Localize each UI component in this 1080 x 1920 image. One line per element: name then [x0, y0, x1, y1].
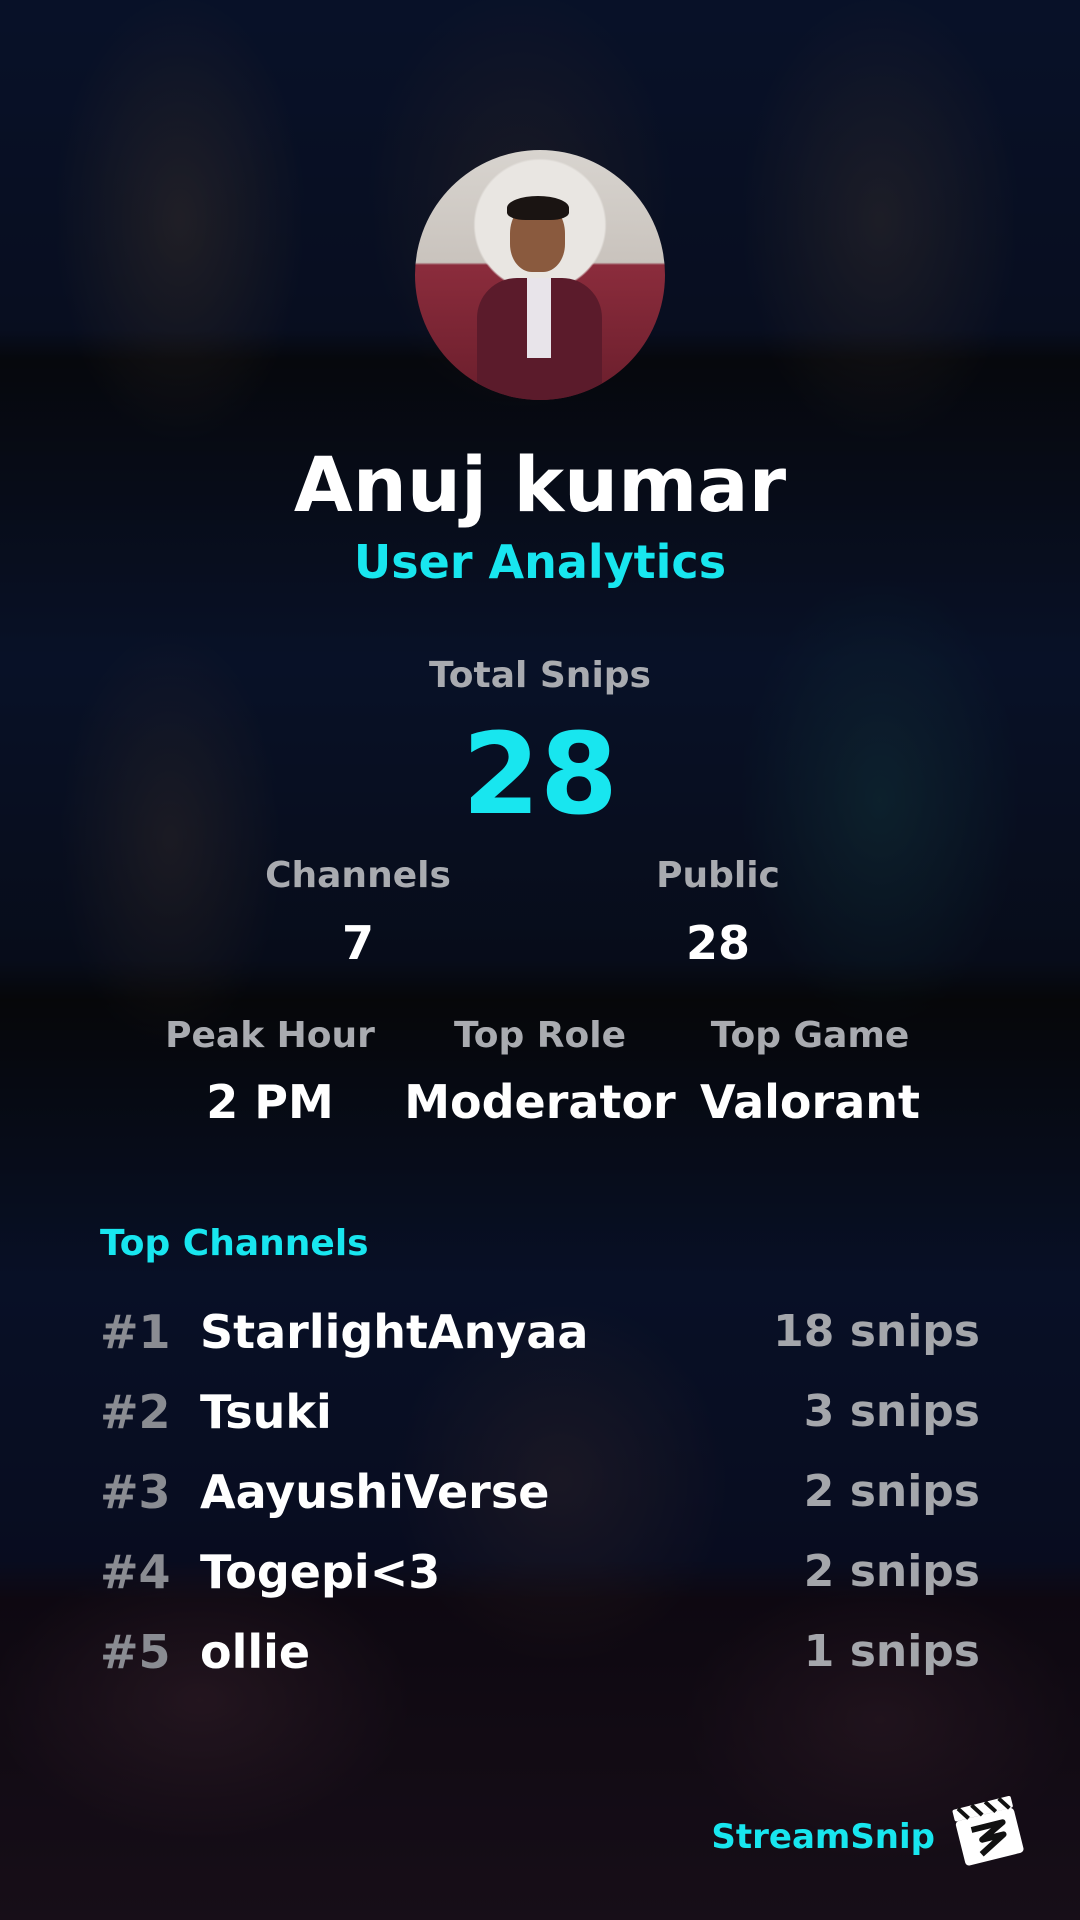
list-item: #4 Togepi<3 2 snips: [100, 1540, 980, 1604]
snip-count: 2 snips: [803, 1546, 980, 1597]
channels-label: Channels: [265, 855, 451, 896]
channel-name: StarlightAnyaa: [200, 1305, 589, 1359]
channel-name: AayushiVerse: [200, 1465, 550, 1519]
top-role-label: Top Role: [453, 1015, 627, 1056]
rank-number: #2: [100, 1385, 171, 1439]
page-subtitle: User Analytics: [353, 535, 727, 589]
peak-hour-label: Peak Hour: [165, 1015, 375, 1056]
list-item: #2 Tsuki 3 snips: [100, 1380, 980, 1444]
top-game-value: Valorant: [700, 1075, 920, 1129]
snip-count: 3 snips: [803, 1386, 980, 1437]
snip-count: 2 snips: [803, 1466, 980, 1517]
avatar: [415, 150, 665, 400]
rank-number: #5: [100, 1625, 171, 1679]
list-item: #3 AayushiVerse 2 snips: [100, 1460, 980, 1524]
snip-count: 18 snips: [773, 1306, 980, 1357]
channel-name: Tsuki: [200, 1385, 332, 1439]
brand-name: StreamSnip: [711, 1817, 935, 1857]
top-channels-title: Top Channels: [100, 1223, 369, 1264]
channel-name: ollie: [200, 1625, 311, 1679]
peak-hour-value: 2 PM: [206, 1075, 334, 1129]
list-item: #5 ollie 1 snips: [100, 1620, 980, 1684]
top-game-label: Top Game: [710, 1015, 910, 1056]
list-item: #1 StarlightAnyaa 18 snips: [100, 1300, 980, 1364]
user-name: Anuj kumar: [293, 440, 787, 529]
public-label: Public: [656, 855, 780, 896]
clapperboard-icon: [952, 1795, 1024, 1866]
channel-name: Togepi<3: [200, 1545, 441, 1599]
rank-number: #3: [100, 1465, 171, 1519]
top-role-value: Moderator: [404, 1075, 676, 1129]
rank-number: #1: [100, 1305, 171, 1359]
total-snips-label: Total Snips: [429, 655, 651, 696]
analytics-card: Anuj kumar User Analytics Total Snips 28…: [0, 0, 1080, 1920]
public-value: 28: [685, 916, 750, 970]
rank-number: #4: [100, 1545, 171, 1599]
total-snips-value: 28: [462, 710, 618, 840]
channels-value: 7: [341, 916, 374, 970]
snip-count: 1 snips: [803, 1626, 980, 1677]
